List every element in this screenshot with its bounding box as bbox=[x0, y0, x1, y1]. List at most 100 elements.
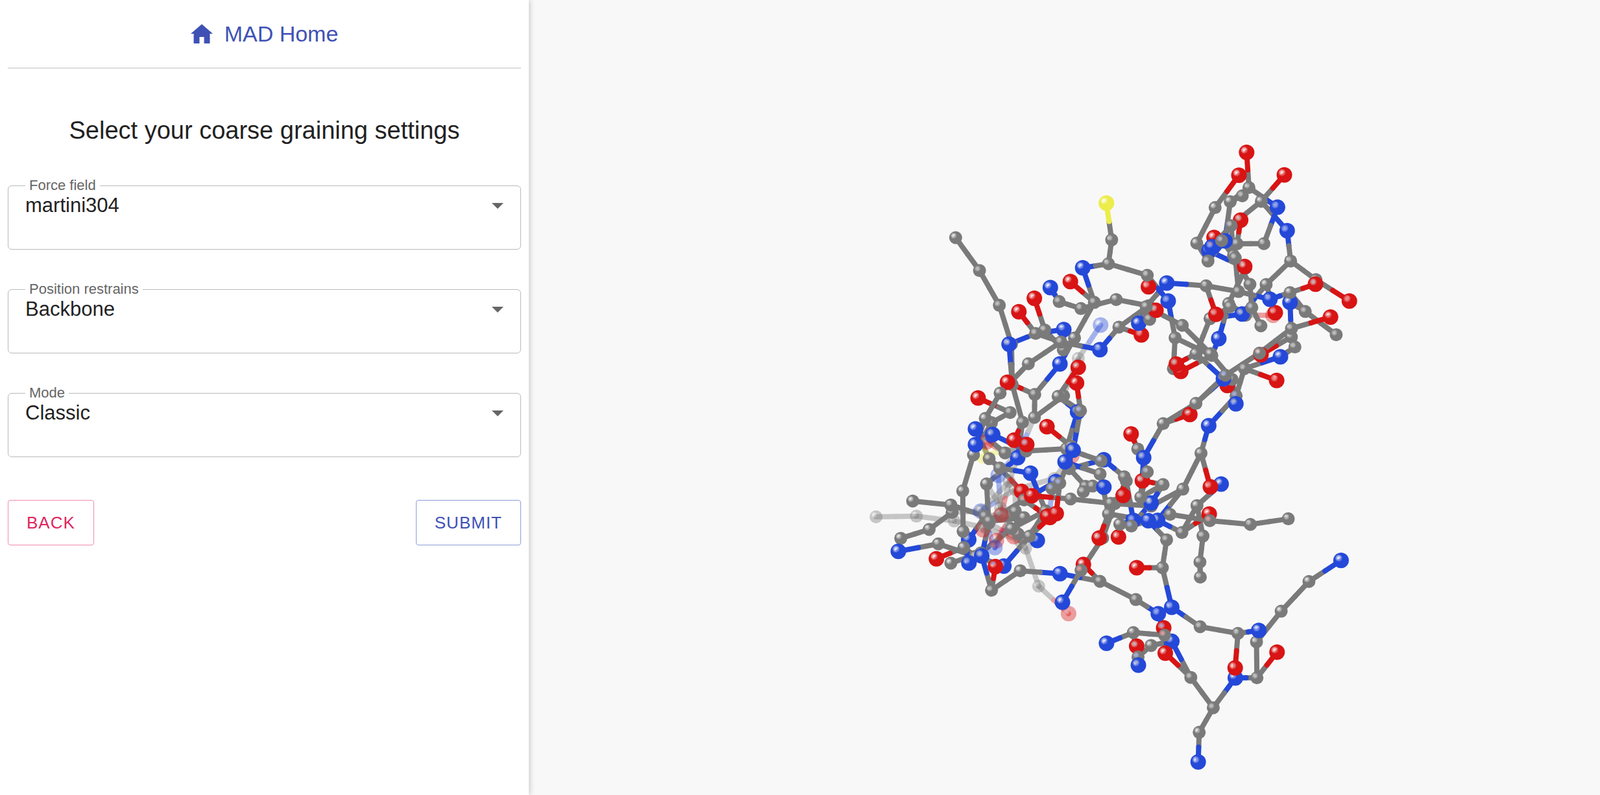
atom bbox=[1117, 470, 1131, 484]
atom bbox=[1029, 327, 1043, 340]
atom bbox=[1140, 513, 1157, 529]
atom bbox=[973, 264, 987, 278]
atom bbox=[1237, 362, 1251, 376]
field-value: martini304 bbox=[25, 193, 120, 218]
atom bbox=[1091, 530, 1107, 547]
viewer-pane bbox=[528, 0, 1600, 795]
atom bbox=[1223, 300, 1237, 314]
atom bbox=[1027, 411, 1041, 425]
atom bbox=[973, 548, 990, 564]
atom bbox=[1245, 301, 1259, 315]
atom bbox=[1113, 517, 1127, 531]
field-label: Position restrains bbox=[25, 280, 143, 298]
atom bbox=[1074, 564, 1088, 578]
atom bbox=[1075, 260, 1091, 276]
atom bbox=[1243, 518, 1257, 532]
atom bbox=[1042, 280, 1059, 296]
settings-panel: MAD HomeSelect your coarse graining sett… bbox=[0, 0, 529, 795]
atom bbox=[1051, 389, 1065, 403]
home-link[interactable]: MAD Home bbox=[190, 21, 339, 47]
atom bbox=[1150, 606, 1166, 623]
field-value: Backbone bbox=[25, 297, 115, 322]
atom bbox=[1158, 275, 1175, 291]
dropdown-caret-icon bbox=[491, 306, 504, 313]
molecule-viewer[interactable] bbox=[528, 0, 1600, 795]
atom bbox=[1028, 387, 1042, 401]
field-label: Mode bbox=[25, 384, 69, 402]
atom bbox=[1093, 467, 1107, 481]
atom bbox=[1254, 319, 1268, 333]
atom bbox=[1208, 306, 1224, 323]
atom bbox=[980, 477, 994, 491]
field-value: Classic bbox=[25, 401, 91, 425]
atom bbox=[1269, 644, 1285, 661]
atom bbox=[928, 551, 945, 568]
atom bbox=[1022, 465, 1039, 482]
atom bbox=[982, 515, 996, 529]
select-field[interactable]: Force fieldmartini304 bbox=[7, 177, 522, 250]
atom bbox=[1074, 302, 1088, 316]
select-field[interactable]: ModeClassic bbox=[7, 384, 522, 458]
atom bbox=[1026, 290, 1043, 307]
atom bbox=[1274, 605, 1288, 619]
atom bbox=[869, 510, 883, 524]
atom bbox=[1252, 347, 1269, 363]
atom bbox=[1168, 331, 1182, 345]
atom bbox=[1048, 506, 1065, 522]
atom bbox=[992, 299, 1006, 313]
atom bbox=[1052, 566, 1068, 582]
atom bbox=[1202, 479, 1218, 496]
settings-fields: Force fieldmartini304 Position restrainsB… bbox=[7, 177, 522, 458]
atom bbox=[1208, 201, 1222, 215]
atom bbox=[944, 556, 958, 570]
atom bbox=[1073, 404, 1087, 418]
atom bbox=[1001, 336, 1017, 353]
atom bbox=[1193, 570, 1207, 584]
atom bbox=[1064, 493, 1078, 507]
atom bbox=[1140, 269, 1154, 283]
back-button[interactable]: BACK bbox=[7, 500, 95, 546]
atom bbox=[894, 532, 908, 546]
atom bbox=[949, 231, 963, 245]
atom bbox=[1032, 580, 1046, 594]
select-field[interactable]: Position restrainsBackbone bbox=[7, 280, 522, 354]
atom bbox=[1092, 317, 1109, 333]
atom bbox=[1156, 478, 1170, 492]
atom bbox=[1156, 417, 1170, 431]
atom bbox=[1238, 144, 1255, 161]
atom bbox=[1227, 660, 1244, 677]
atom bbox=[1018, 436, 1035, 453]
atom bbox=[1053, 476, 1067, 490]
atom bbox=[1206, 701, 1220, 715]
submit-button[interactable]: SUBMIT bbox=[415, 500, 522, 546]
atom bbox=[993, 386, 1007, 400]
field-label: Force field bbox=[25, 177, 100, 194]
atom bbox=[1125, 519, 1139, 533]
atom bbox=[1130, 657, 1147, 674]
atom bbox=[1005, 522, 1019, 536]
atom bbox=[1194, 447, 1208, 461]
atom bbox=[1283, 286, 1297, 300]
atom bbox=[1232, 285, 1246, 299]
atom bbox=[1228, 251, 1242, 265]
atom bbox=[956, 524, 970, 538]
atom bbox=[1189, 397, 1203, 411]
atom bbox=[1223, 195, 1237, 209]
atom bbox=[1088, 295, 1102, 309]
atom bbox=[1254, 194, 1268, 208]
atom bbox=[969, 390, 986, 407]
atom bbox=[1098, 195, 1115, 211]
atom bbox=[1156, 561, 1170, 575]
atom bbox=[1128, 560, 1145, 577]
atom bbox=[1276, 167, 1293, 183]
atom bbox=[1200, 418, 1217, 435]
atom bbox=[1341, 293, 1358, 309]
button-row: BACK SUBMIT bbox=[7, 500, 522, 546]
atom bbox=[1109, 293, 1123, 307]
atom bbox=[1115, 487, 1131, 504]
atom bbox=[1094, 454, 1108, 468]
atom bbox=[1333, 552, 1349, 569]
atom bbox=[1052, 356, 1068, 372]
atom bbox=[1127, 626, 1140, 640]
atom bbox=[1068, 375, 1085, 392]
